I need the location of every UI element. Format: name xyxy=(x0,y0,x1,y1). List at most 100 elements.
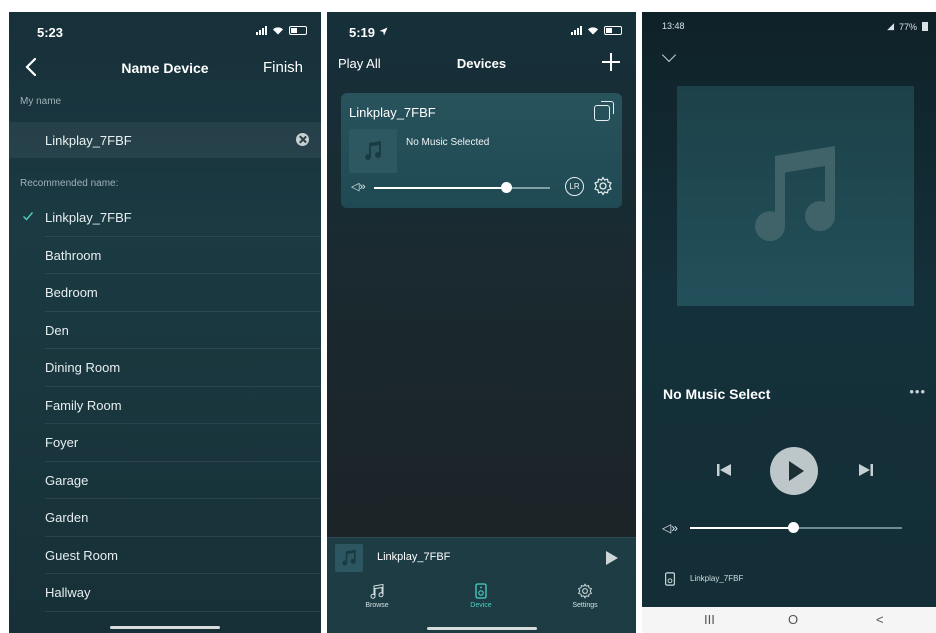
music-note-icon xyxy=(370,583,384,599)
row-divider xyxy=(45,610,321,612)
next-track-icon[interactable] xyxy=(858,463,874,477)
mini-player-device-name: Linkplay_7FBF xyxy=(377,551,451,563)
tab-browse-label: Browse xyxy=(365,602,389,609)
recommended-item-label: Garage xyxy=(45,472,89,488)
status-time: 5:19 xyxy=(349,25,376,40)
name-device-screen: 5:23 Name Device Finish My name Linkplay… xyxy=(9,12,321,633)
group-icon[interactable] xyxy=(594,101,614,121)
home-indicator xyxy=(110,626,220,629)
recommended-item[interactable]: Family Room xyxy=(9,387,321,424)
recommended-item[interactable]: Dining Room xyxy=(9,349,321,387)
music-note-icon xyxy=(342,549,356,566)
tab-device-label: Device xyxy=(470,602,492,609)
recommended-item[interactable]: Bedroom xyxy=(9,274,321,312)
volume-slider-fill xyxy=(374,187,506,189)
recommended-item-label: Dining Room xyxy=(45,360,121,375)
status-bar: 5:23 xyxy=(9,12,321,52)
recommended-item-label: Den xyxy=(45,322,69,338)
recommended-item[interactable]: Linkplay_7FBF xyxy=(9,199,321,237)
nav-bar: Play All Devices xyxy=(327,52,636,82)
tab-settings-label: Settings xyxy=(572,602,598,609)
wifi-icon xyxy=(273,26,283,34)
mini-player-thumbnail xyxy=(335,544,363,572)
recommended-item-label: Foyer xyxy=(45,435,79,450)
now-playing-text: No Music Selected xyxy=(406,137,490,148)
gear-icon xyxy=(577,583,593,599)
recommended-item[interactable]: Garage xyxy=(9,462,321,499)
volume-slider[interactable] xyxy=(374,182,550,193)
tab-device[interactable]: Device xyxy=(451,583,511,609)
music-note-icon xyxy=(365,141,382,161)
tab-bar: Browse Device Settings xyxy=(327,577,636,633)
home-indicator xyxy=(427,627,537,630)
battery-percent: 77% xyxy=(898,21,917,32)
volume-slider-handle[interactable] xyxy=(788,522,800,533)
previous-track-icon[interactable] xyxy=(716,463,732,477)
recommended-item-label: Hallway xyxy=(45,585,91,600)
check-icon xyxy=(23,212,34,221)
signal-icon xyxy=(571,25,582,35)
battery-icon xyxy=(922,22,928,31)
tab-browse[interactable]: Browse xyxy=(347,583,407,609)
now-playing-screen: 13:48 ◢ 77% No Music Select ••• ◁» Linkp… xyxy=(642,12,936,633)
status-time: 13:48 xyxy=(662,21,685,31)
battery-icon xyxy=(604,25,622,35)
recommended-item-label: Garden xyxy=(45,510,89,525)
finish-button[interactable]: Finish xyxy=(263,59,303,76)
recommended-item[interactable]: Garden xyxy=(9,499,321,537)
status-time: 5:23 xyxy=(37,25,64,40)
album-art xyxy=(677,86,914,306)
home-button[interactable]: O xyxy=(788,612,798,627)
more-options-icon[interactable]: ••• xyxy=(909,384,926,399)
recommended-item-label: Bathroom xyxy=(45,247,102,263)
speaker-icon xyxy=(475,583,487,599)
mini-player[interactable]: Linkplay_7FBF xyxy=(327,537,636,577)
recommended-item-label: Linkplay_7FBF xyxy=(45,210,132,225)
play-icon[interactable] xyxy=(606,551,618,565)
my-name-label: My name xyxy=(20,96,62,107)
device-settings-gear-icon[interactable] xyxy=(593,176,613,196)
volume-icon: ◁» xyxy=(662,521,678,535)
signal-icon xyxy=(256,25,267,35)
devices-screen: 5:19 Play All Devices Linkplay_7FBF No M… xyxy=(327,12,636,633)
device-card-name: Linkplay_7FBF xyxy=(349,105,436,120)
music-note-icon xyxy=(755,146,836,242)
volume-slider[interactable] xyxy=(690,522,902,533)
recommended-item[interactable]: Foyer xyxy=(9,424,321,462)
recommended-item[interactable]: Hallway xyxy=(9,574,321,612)
recommended-list: Linkplay_7FBF Bathroom Bedroom Den Dining Ro… xyxy=(9,199,321,612)
album-thumbnail xyxy=(349,129,397,173)
tab-settings[interactable]: Settings xyxy=(555,583,615,609)
volume-icon: ◁» xyxy=(351,181,366,193)
status-bar: 5:19 xyxy=(327,12,636,52)
recommended-item[interactable]: Bathroom xyxy=(9,237,321,274)
clear-icon[interactable] xyxy=(296,133,309,146)
page-title: Devices xyxy=(456,56,507,71)
nav-bar: Name Device Finish xyxy=(9,52,321,86)
volume-slider-handle[interactable] xyxy=(500,182,512,193)
recommended-item[interactable]: Den xyxy=(9,312,321,349)
signal-icon: ◢ xyxy=(887,21,894,31)
device-name-value: Linkplay_7FBF xyxy=(45,133,132,148)
recommended-item-label: Bedroom xyxy=(45,285,98,300)
current-device-name[interactable]: Linkplay_7FBF xyxy=(690,574,743,583)
volume-slider-fill xyxy=(690,527,794,529)
track-title: No Music Select xyxy=(663,386,771,402)
device-name-input[interactable]: Linkplay_7FBF xyxy=(9,122,321,158)
channel-badge[interactable]: LR xyxy=(565,177,584,196)
add-device-icon[interactable] xyxy=(602,53,620,71)
back-button[interactable]: < xyxy=(876,612,884,627)
wifi-icon xyxy=(588,26,598,34)
speaker-icon[interactable] xyxy=(663,572,677,586)
play-button[interactable] xyxy=(770,447,818,495)
recommended-item[interactable]: Guest Room xyxy=(9,537,321,574)
location-icon xyxy=(379,27,388,36)
status-bar: 13:48 ◢ 77% xyxy=(642,12,936,52)
recommended-item-label: Guest Room xyxy=(45,547,118,563)
battery-icon xyxy=(289,25,307,35)
recommended-label: Recommended name: xyxy=(20,178,119,189)
recommended-item-label: Family Room xyxy=(45,397,122,413)
device-card[interactable]: Linkplay_7FBF No Music Selected ◁» LR xyxy=(341,93,622,208)
android-nav-bar: III O < xyxy=(642,607,936,633)
recents-button[interactable]: III xyxy=(704,612,715,627)
